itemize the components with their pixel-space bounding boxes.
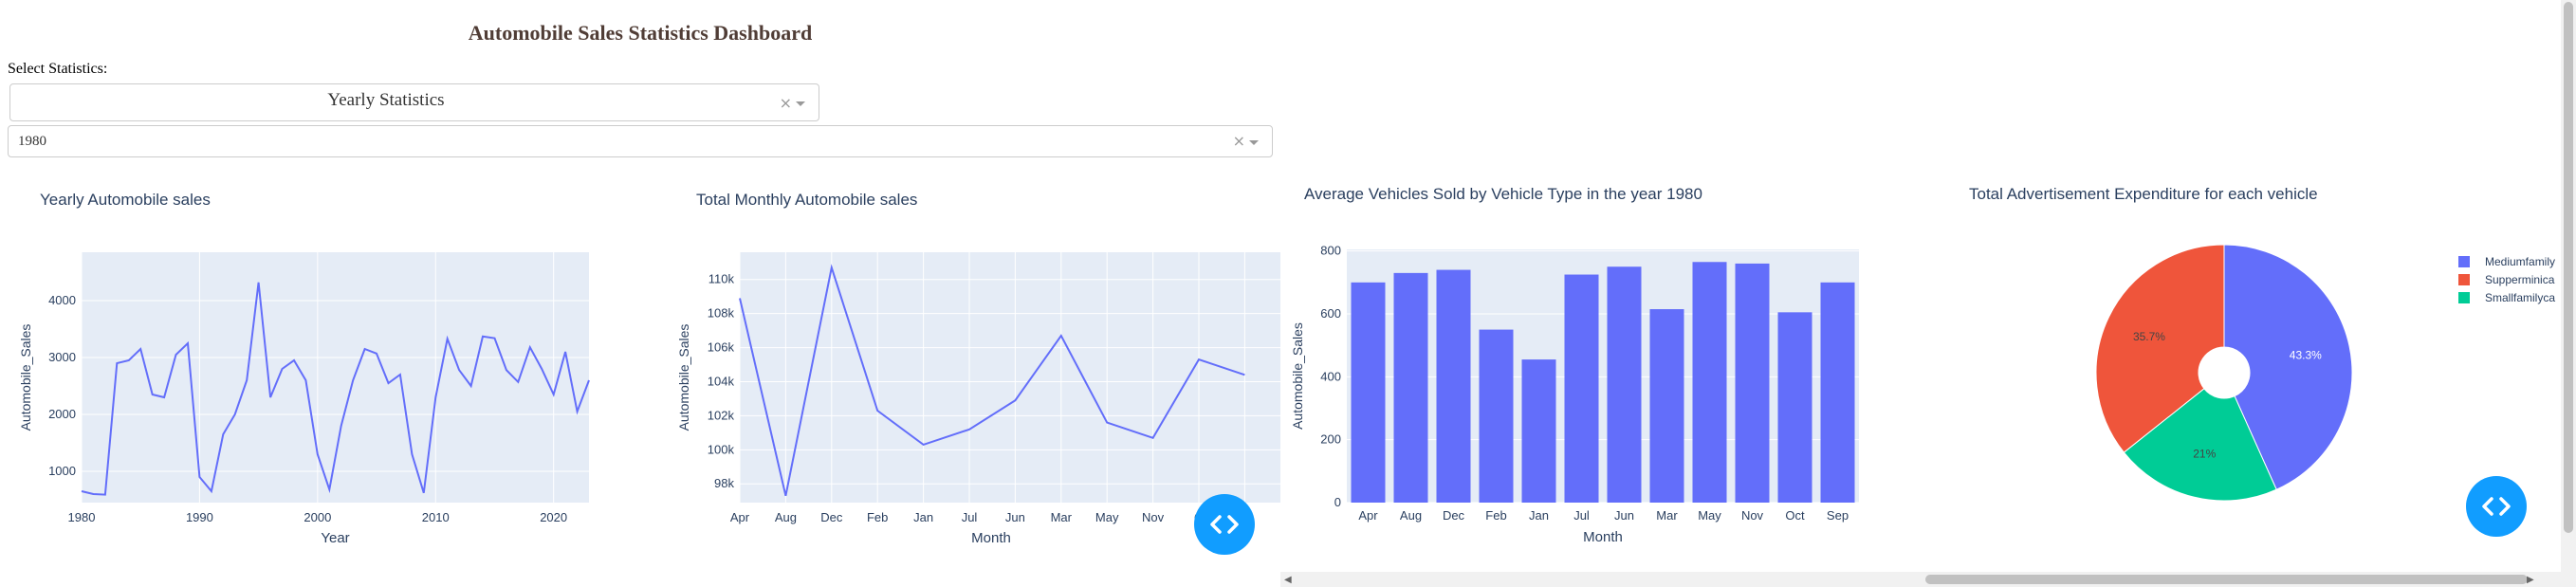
clear-icon[interactable]: × <box>1233 132 1245 150</box>
x-tick-label: Feb <box>867 510 888 524</box>
bar <box>1692 262 1727 503</box>
y-tick-label: 0 <box>1334 495 1341 509</box>
yearly-sales-chart[interactable]: Yearly Automobile sales 1980 1990 2000 2010 2… <box>0 180 645 559</box>
x-axis-label: Month <box>971 530 1011 546</box>
year-dropdown-value: 1980 <box>18 134 46 149</box>
scroll-left-icon[interactable]: ◀ <box>1284 575 1292 585</box>
statistics-dropdown-value: Yearly Statistics <box>327 90 445 110</box>
x-tick-label: Sep <box>1827 508 1849 523</box>
chart-title: Average Vehicles Sold by Vehicle Type in… <box>1304 185 1702 203</box>
vertical-scrollbar-thumb[interactable] <box>2564 2 2573 533</box>
slice-label: 35.7% <box>2133 330 2165 343</box>
y-tick-label: 800 <box>1320 244 1341 258</box>
bar <box>1479 329 1514 503</box>
year-dropdown[interactable]: 1980 × <box>8 125 1273 157</box>
y-axis-label: Automobile_Sales <box>1290 322 1305 430</box>
y-tick-label: 2000 <box>48 407 76 421</box>
y-tick-label: 600 <box>1320 306 1341 321</box>
y-tick-label: 1000 <box>48 464 76 478</box>
x-tick-label: Jan <box>1529 508 1549 523</box>
legend-label: Mediumfamily <box>2485 255 2555 268</box>
x-tick-label: Jan <box>913 510 933 524</box>
monthly-sales-chart[interactable]: Total Monthly Automobile sales Apr Aug Dec F… <box>654 180 1280 559</box>
x-tick-label: Dec <box>1443 508 1465 523</box>
x-tick-label: Jun <box>1005 510 1025 524</box>
vehicle-type-bar-chart[interactable]: Average Vehicles Sold by Vehicle Type in… <box>1280 175 1925 555</box>
x-tick-label: 2000 <box>304 510 331 524</box>
y-tick-label: 104k <box>708 374 735 388</box>
code-toggle-button[interactable] <box>2466 476 2527 537</box>
x-tick-label: May <box>1698 508 1721 523</box>
y-tick-label: 98k <box>714 476 734 490</box>
chart-title: Yearly Automobile sales <box>40 191 211 209</box>
x-tick-label: Dec <box>820 510 843 524</box>
x-tick-label: Jun <box>1614 508 1634 523</box>
bar <box>1521 359 1556 503</box>
bar <box>1607 266 1642 503</box>
slice-label: 21% <box>2193 447 2216 460</box>
y-tick-label: 3000 <box>48 350 76 364</box>
code-brackets-icon <box>1210 515 1239 534</box>
y-tick-label: 4000 <box>48 293 76 307</box>
chart-title: Total Monthly Automobile sales <box>696 191 917 209</box>
legend-label: Smallfamilyca <box>2485 291 2555 304</box>
y-axis-label: Automobile_Sales <box>676 324 691 431</box>
page-title: Automobile Sales Statistics Dashboard <box>468 21 813 45</box>
chevron-down-icon[interactable] <box>796 101 805 106</box>
x-tick-label: Feb <box>1485 508 1506 523</box>
y-tick-label: 400 <box>1320 369 1341 383</box>
legend-swatch <box>2458 274 2470 285</box>
y-tick-label: 106k <box>708 340 735 355</box>
statistics-dropdown[interactable]: Yearly Statistics × <box>9 83 819 121</box>
code-brackets-icon <box>2482 497 2511 516</box>
bar <box>1820 282 1855 503</box>
y-tick-label: 100k <box>708 442 735 456</box>
chart-title: Total Advertisement Expenditure for each… <box>1969 185 2318 203</box>
y-tick-label: 108k <box>708 306 735 321</box>
x-tick-label: Apr <box>1358 508 1378 523</box>
x-tick-label: 1990 <box>186 510 213 524</box>
code-toggle-button[interactable] <box>1194 494 1255 555</box>
y-axis-label: Automobile_Sales <box>18 324 33 431</box>
bar <box>1393 272 1428 503</box>
clear-icon[interactable]: × <box>780 94 792 112</box>
legend-swatch <box>2458 256 2470 267</box>
bar <box>1564 274 1599 503</box>
slice-label: 43.3% <box>2290 349 2322 362</box>
legend-label: Supperminica <box>2485 273 2555 286</box>
x-tick-label: Mar <box>1656 508 1678 523</box>
x-tick-label: Oct <box>1785 508 1805 523</box>
x-tick-label: Aug <box>775 510 797 524</box>
x-tick-label: Aug <box>1400 508 1422 523</box>
bar <box>1351 282 1386 503</box>
x-tick-label: Mar <box>1051 510 1073 524</box>
x-tick-label: May <box>1095 510 1119 524</box>
x-tick-label: Apr <box>730 510 750 524</box>
chevron-down-icon[interactable] <box>1249 140 1259 145</box>
y-tick-label: 200 <box>1320 432 1341 447</box>
y-tick-label: 110k <box>708 272 735 286</box>
x-tick-label: 2020 <box>540 510 567 524</box>
bar <box>1777 312 1812 503</box>
horizontal-scrollbar-thumb[interactable] <box>1925 575 2528 584</box>
y-tick-label: 102k <box>708 408 735 422</box>
bar <box>1735 263 1770 503</box>
x-tick-label: Nov <box>1741 508 1764 523</box>
x-tick-label: 2010 <box>422 510 450 524</box>
x-tick-label: Jul <box>1573 508 1590 523</box>
x-tick-label: 1980 <box>68 510 96 524</box>
bar <box>1436 269 1471 503</box>
x-axis-label: Year <box>321 530 349 546</box>
legend-swatch <box>2458 292 2470 303</box>
select-statistics-label: Select Statistics: <box>8 61 108 77</box>
bar <box>1649 309 1684 503</box>
scroll-right-icon[interactable]: ▶ <box>2527 575 2534 585</box>
x-axis-label: Month <box>1583 529 1623 545</box>
x-tick-label: Nov <box>1142 510 1165 524</box>
x-tick-label: Jul <box>962 510 978 524</box>
